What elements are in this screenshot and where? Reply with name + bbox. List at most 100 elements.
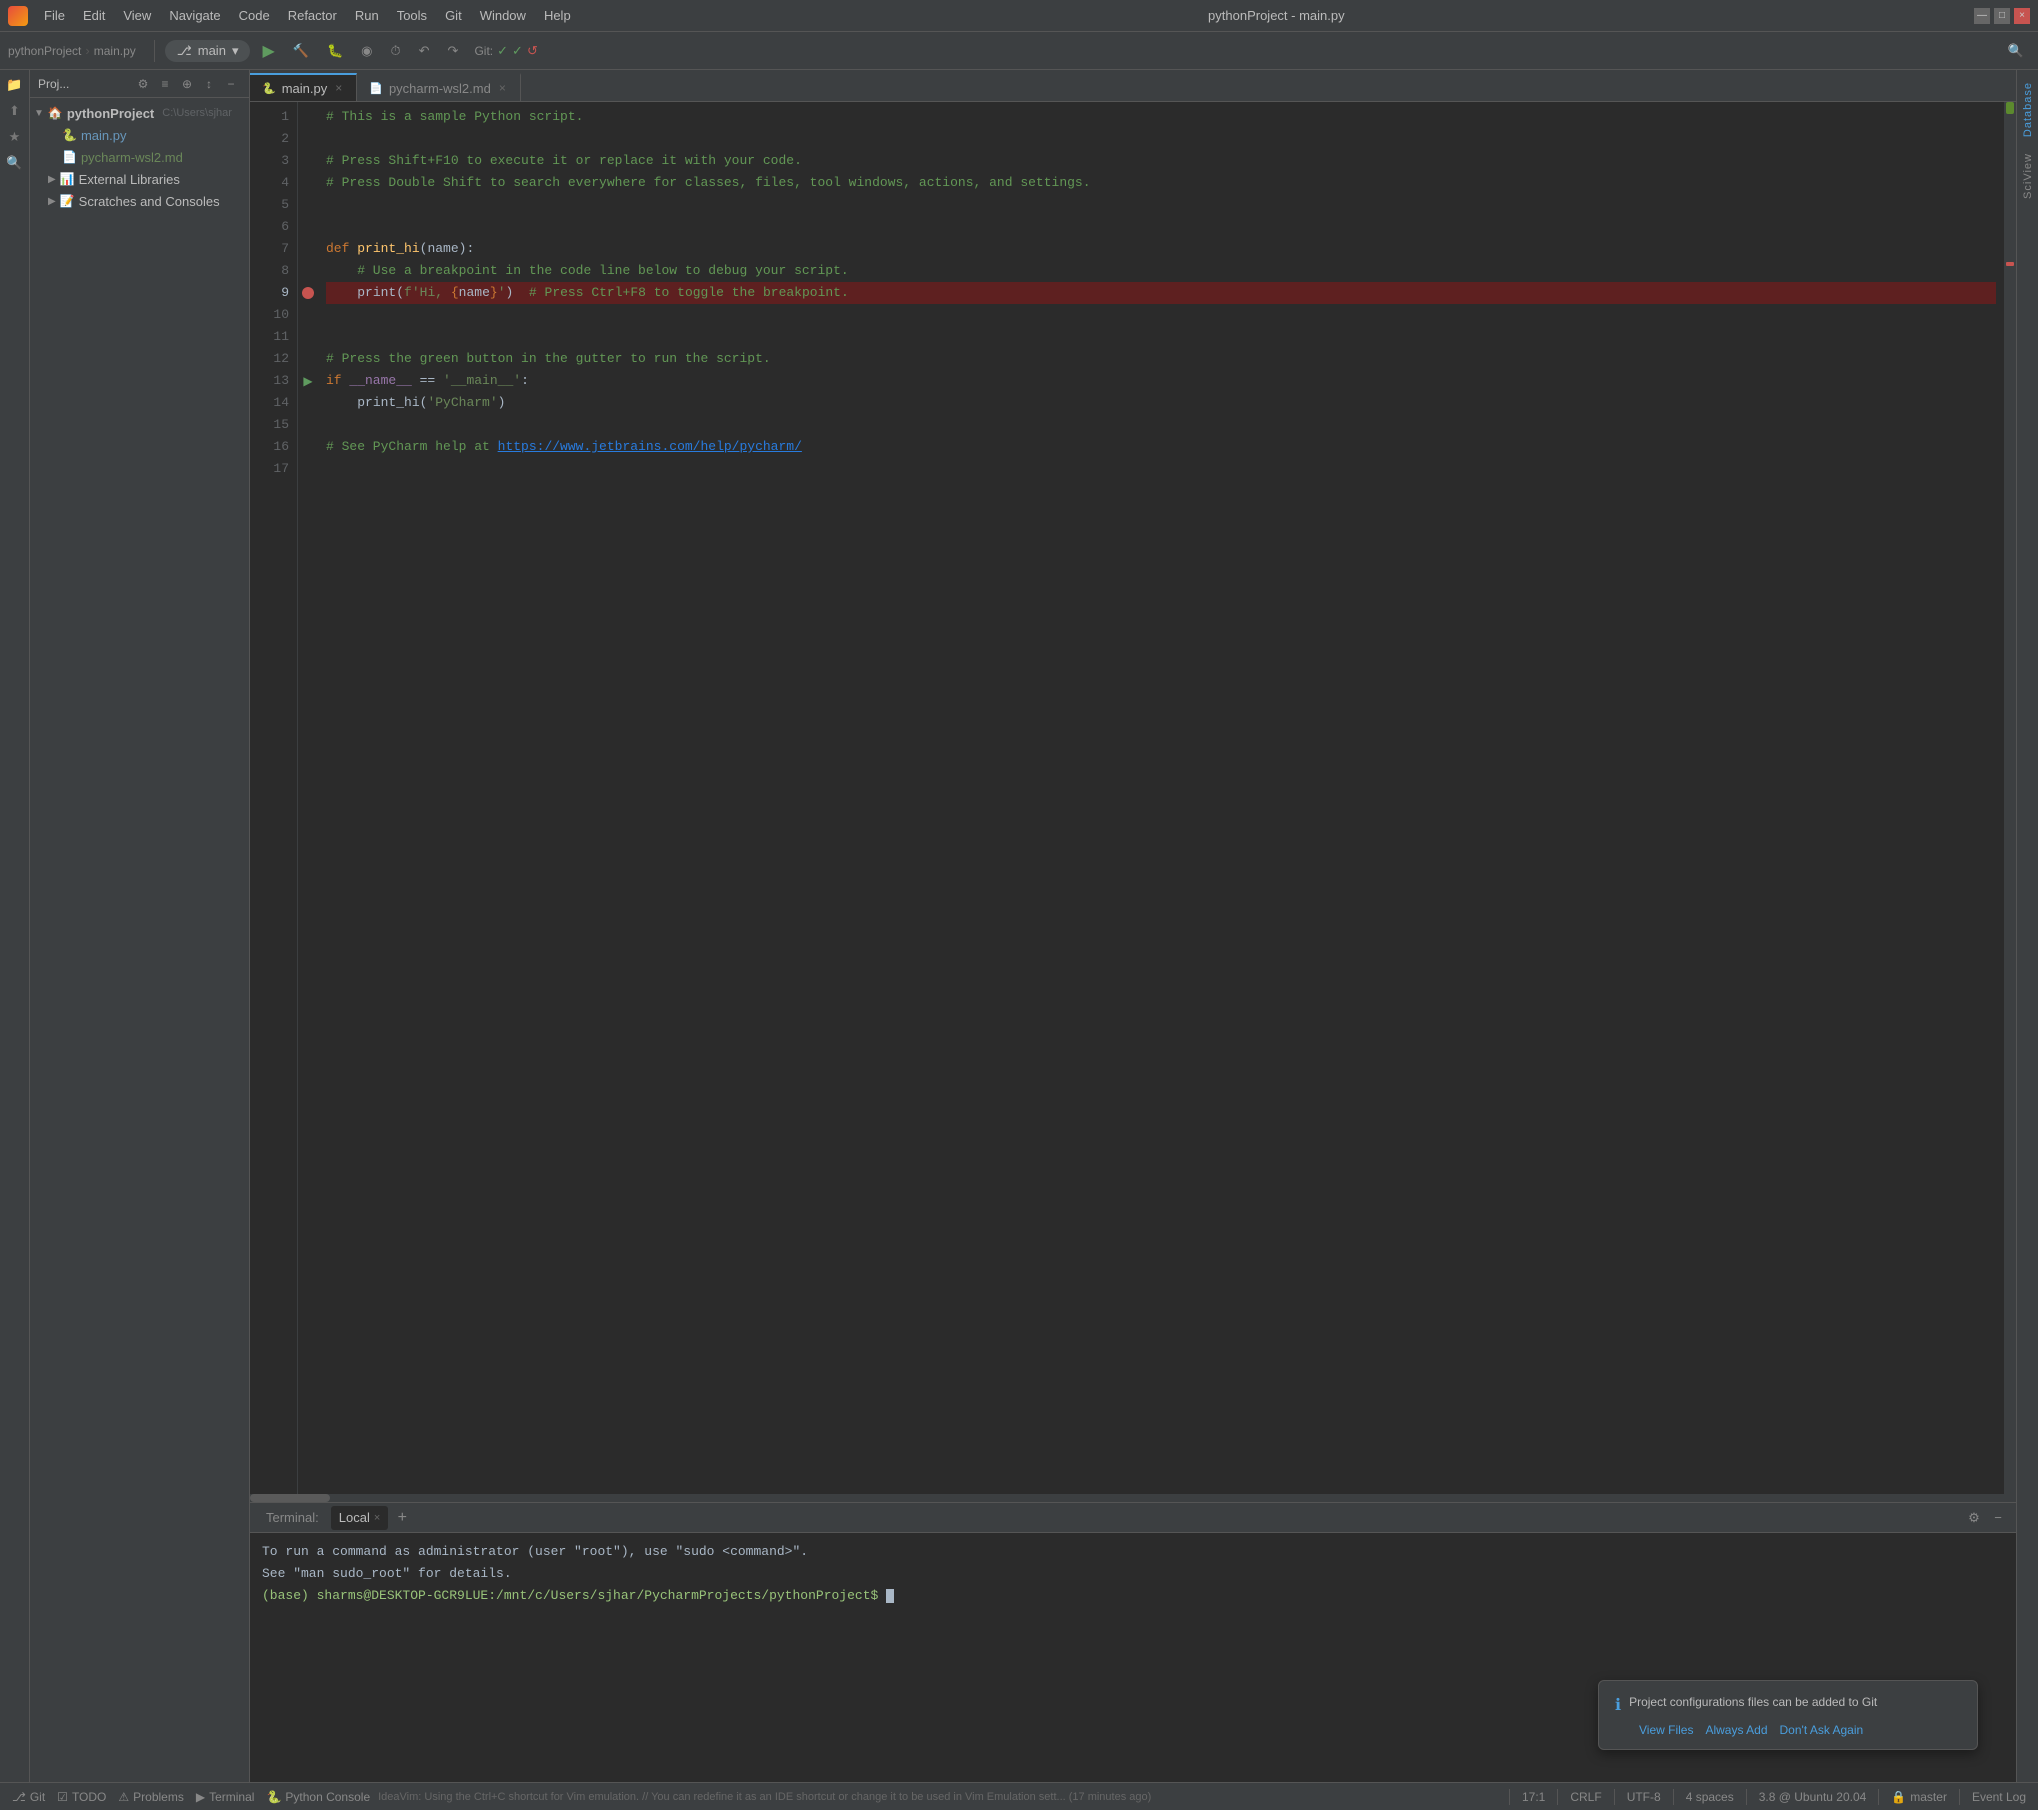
always-add-button[interactable]: Always Add bbox=[1705, 1723, 1767, 1737]
menu-code[interactable]: Code bbox=[231, 4, 278, 27]
menu-window[interactable]: Window bbox=[472, 4, 534, 27]
project-expand-button[interactable]: ≡ bbox=[155, 74, 175, 94]
menu-edit[interactable]: Edit bbox=[75, 4, 113, 27]
branch-name: main bbox=[198, 43, 226, 58]
project-settings-button[interactable]: ⚙ bbox=[133, 74, 153, 94]
undo-button[interactable]: ↶ bbox=[413, 38, 436, 64]
notification-text: Project configurations files can be adde… bbox=[1629, 1693, 1877, 1711]
right-sidebar: Database SciView bbox=[2016, 70, 2038, 1782]
terminal-label-text: Terminal: bbox=[266, 1510, 319, 1525]
scratches-arrow: ▶ bbox=[48, 196, 56, 207]
git-tool-button[interactable]: ⎇ Git bbox=[8, 1783, 49, 1810]
terminal-tab-close[interactable]: × bbox=[374, 1512, 380, 1524]
terminal-minimize-button[interactable]: − bbox=[1988, 1508, 2008, 1528]
project-panel: Proj... ⚙ ≡ ⊕ ↕ − ▼ 🏠 pythonProject C:\U… bbox=[30, 70, 250, 1782]
project-root[interactable]: ▼ 🏠 pythonProject C:\Users\sjhar bbox=[30, 102, 249, 124]
run-button[interactable]: ▶ bbox=[256, 38, 280, 64]
menu-git[interactable]: Git bbox=[437, 4, 470, 27]
project-tool-button[interactable]: 📁 bbox=[4, 74, 26, 96]
tree-item-pycharm-wsl2-md[interactable]: 📄 pycharm-wsl2.md bbox=[30, 146, 249, 168]
sciview-panel-button[interactable]: SciView bbox=[2022, 149, 2034, 203]
database-panel-button[interactable]: Database bbox=[2022, 78, 2034, 141]
horizontal-scrollbar[interactable] bbox=[250, 1494, 2016, 1502]
gutter-line-9[interactable] bbox=[298, 282, 318, 304]
problems-tool-button[interactable]: ⚠ Problems bbox=[114, 1783, 187, 1810]
h-scroll-thumb[interactable] bbox=[250, 1494, 330, 1502]
code-line-16: # See PyCharm help at https://www.jetbra… bbox=[326, 436, 1996, 458]
todo-tool-button[interactable]: ☑ TODO bbox=[53, 1783, 110, 1810]
python-console-label: Python Console bbox=[285, 1790, 370, 1804]
encoding[interactable]: UTF-8 bbox=[1623, 1790, 1665, 1804]
dont-ask-again-button[interactable]: Don't Ask Again bbox=[1780, 1723, 1864, 1737]
todo-label: TODO bbox=[72, 1790, 106, 1804]
menu-tools[interactable]: Tools bbox=[389, 4, 435, 27]
close-button[interactable]: × bbox=[2014, 8, 2030, 24]
branch-dropdown-icon: ▾ bbox=[232, 43, 239, 59]
external-libraries-label: External Libraries bbox=[79, 172, 180, 187]
gutter-line-13[interactable]: ▶ bbox=[298, 370, 318, 392]
profile-button[interactable]: ⏱ bbox=[385, 38, 407, 64]
git-update-icon: ↺ bbox=[527, 43, 538, 59]
vcs-icon: 🔒 bbox=[1891, 1790, 1906, 1804]
code-line-4: # Press Double Shift to search everywher… bbox=[326, 172, 1996, 194]
minimize-button[interactable]: — bbox=[1974, 8, 1990, 24]
scratches-label: Scratches and Consoles bbox=[79, 194, 220, 209]
redo-button[interactable]: ↷ bbox=[442, 38, 465, 64]
tab-pycharm-wsl2-close[interactable]: × bbox=[497, 81, 508, 95]
menu-view[interactable]: View bbox=[115, 4, 159, 27]
debug-button[interactable]: 🐛 bbox=[321, 38, 349, 64]
search-everywhere-button[interactable]: 🔍 bbox=[2002, 38, 2030, 64]
editor-wrapper: 🐍 main.py × 📄 pycharm-wsl2.md × 12345 67… bbox=[250, 70, 2016, 1782]
git-branch-selector[interactable]: ⎇ main ▾ bbox=[165, 40, 251, 62]
status-sep-6 bbox=[1878, 1789, 1879, 1805]
python-version[interactable]: 3.8 @ Ubuntu 20.04 bbox=[1755, 1790, 1871, 1804]
menu-navigate[interactable]: Navigate bbox=[161, 4, 228, 27]
terminal-line-2: See "man sudo_root" for details. bbox=[262, 1563, 2004, 1585]
python-console-button[interactable]: 🐍 Python Console bbox=[262, 1783, 374, 1810]
content-area: 📁 ⬆ ★ 🔍 Proj... ⚙ ≡ ⊕ ↕ − ▼ � bbox=[0, 70, 2038, 1782]
menu-file[interactable]: File bbox=[36, 4, 73, 27]
vcs-branch[interactable]: 🔒 master bbox=[1887, 1790, 1951, 1804]
terminal-settings-button[interactable]: ⚙ bbox=[1964, 1508, 1984, 1528]
menu-run[interactable]: Run bbox=[347, 4, 387, 27]
event-log-button[interactable]: Event Log bbox=[1968, 1790, 2030, 1804]
terminal-tool-button[interactable]: ▶ Terminal bbox=[192, 1783, 259, 1810]
project-locate-button[interactable]: ⊕ bbox=[177, 74, 197, 94]
problems-icon: ⚠ bbox=[118, 1790, 129, 1804]
status-sep-5 bbox=[1746, 1789, 1747, 1805]
git-check-icon: ✓ bbox=[497, 43, 508, 59]
breakpoint-indicator[interactable] bbox=[302, 287, 314, 299]
build-button[interactable]: 🔨 bbox=[287, 38, 315, 64]
project-sort-button[interactable]: ↕ bbox=[199, 74, 219, 94]
cursor-position[interactable]: 17:1 bbox=[1518, 1790, 1549, 1804]
tree-item-external-libraries[interactable]: ▶ 📊 External Libraries bbox=[30, 168, 249, 190]
add-terminal-button[interactable]: + bbox=[392, 1508, 412, 1528]
line-ending[interactable]: CRLF bbox=[1566, 1790, 1605, 1804]
indent-settings[interactable]: 4 spaces bbox=[1682, 1790, 1738, 1804]
tab-main-py-close[interactable]: × bbox=[333, 81, 344, 95]
git-status-icon: ⎇ bbox=[12, 1790, 26, 1804]
main-toolbar: pythonProject › main.py ⎇ main ▾ ▶ 🔨 🐛 ◉… bbox=[0, 32, 2038, 70]
code-line-15 bbox=[326, 414, 1996, 436]
tree-item-scratches[interactable]: ▶ 📝 Scratches and Consoles bbox=[30, 190, 249, 212]
tab-main-py[interactable]: 🐍 main.py × bbox=[250, 73, 357, 101]
menu-help[interactable]: Help bbox=[536, 4, 579, 27]
status-sep-4 bbox=[1673, 1789, 1674, 1805]
menu-refactor[interactable]: Refactor bbox=[280, 4, 345, 27]
project-hide-button[interactable]: − bbox=[221, 74, 241, 94]
commit-tool-button[interactable]: ⬆ bbox=[4, 100, 26, 122]
tab-pycharm-wsl2-md[interactable]: 📄 pycharm-wsl2.md × bbox=[357, 73, 521, 101]
terminal-prompt: (base) sharms@DESKTOP-GCR9LUE:/mnt/c/Use… bbox=[262, 1588, 886, 1603]
coverage-button[interactable]: ◉ bbox=[355, 38, 378, 64]
tree-item-main-py[interactable]: 🐍 main.py bbox=[30, 124, 249, 146]
find-tool-button[interactable]: 🔍 bbox=[4, 152, 26, 174]
terminal-tab-local[interactable]: Local × bbox=[331, 1506, 389, 1530]
code-content[interactable]: # This is a sample Python script. # Pres… bbox=[318, 102, 2004, 1494]
maximize-button[interactable]: □ bbox=[1994, 8, 2010, 24]
view-files-button[interactable]: View Files bbox=[1639, 1723, 1693, 1737]
python-file-icon: 🐍 bbox=[62, 128, 77, 142]
bookmarks-tool-button[interactable]: ★ bbox=[4, 126, 26, 148]
gutter-line-16 bbox=[298, 436, 318, 458]
notification-info-icon: ℹ bbox=[1615, 1695, 1621, 1715]
line-numbers: 12345 678910 1112131415 1617 bbox=[250, 102, 298, 1494]
